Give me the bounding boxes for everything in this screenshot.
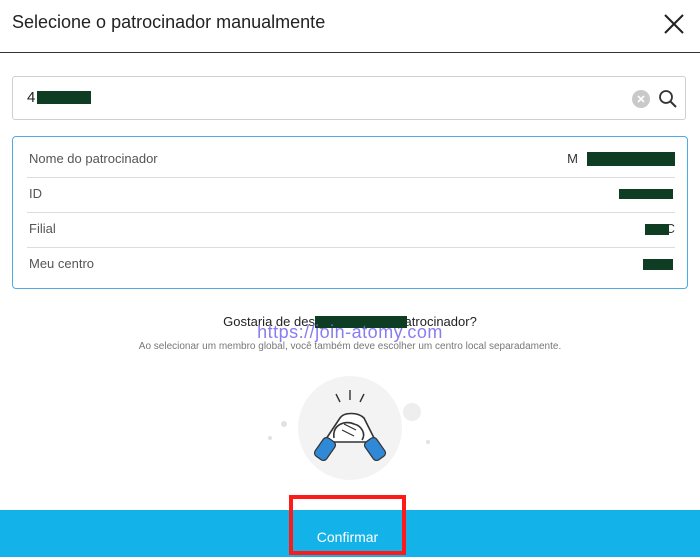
- close-button[interactable]: [660, 10, 688, 38]
- sponsor-branch-redaction: [645, 224, 669, 235]
- sponsor-name-redaction: [587, 152, 675, 166]
- confirm-button-label: Confirmar: [316, 529, 379, 545]
- sponsor-name-label: Nome do patrocinador: [29, 151, 158, 166]
- sponsor-name-row: Nome do patrocinador M: [27, 143, 675, 178]
- clear-icon: [637, 95, 645, 103]
- watermark-text: https://join-atomy.com: [257, 322, 443, 342]
- search-icon: [659, 90, 677, 108]
- sponsor-id-redaction: [619, 189, 673, 199]
- search-button[interactable]: [658, 89, 678, 109]
- close-icon: [664, 14, 684, 34]
- sponsor-search-input[interactable]: 4: [12, 76, 686, 120]
- global-member-note: Ao selecionar um membro global, você tam…: [138, 341, 562, 352]
- sponsor-branch-row: Filial C: [27, 213, 675, 248]
- sponsor-branch-label: Filial: [29, 221, 56, 236]
- sponsor-id-row: ID: [27, 178, 675, 213]
- sponsor-name-value: M: [567, 151, 578, 166]
- dialog-title: Selecione o patrocinador manualmente: [12, 12, 326, 32]
- confirm-button[interactable]: Confirmar: [289, 495, 406, 555]
- search-value-redaction: [37, 91, 91, 104]
- sponsor-id-label: ID: [29, 186, 42, 201]
- search-value: 4: [27, 89, 36, 106]
- sponsor-center-label: Meu centro: [29, 256, 95, 271]
- clear-search-button[interactable]: [632, 90, 650, 108]
- dialog-header: Selecione o patrocinador manualmente: [0, 0, 700, 53]
- sponsor-info-panel: Nome do patrocinador M ID Filial C Meu c…: [12, 136, 688, 289]
- sponsor-center-row: Meu centro: [27, 248, 675, 282]
- sponsor-center-redaction: [643, 259, 673, 270]
- handshake-illustration: [268, 376, 430, 480]
